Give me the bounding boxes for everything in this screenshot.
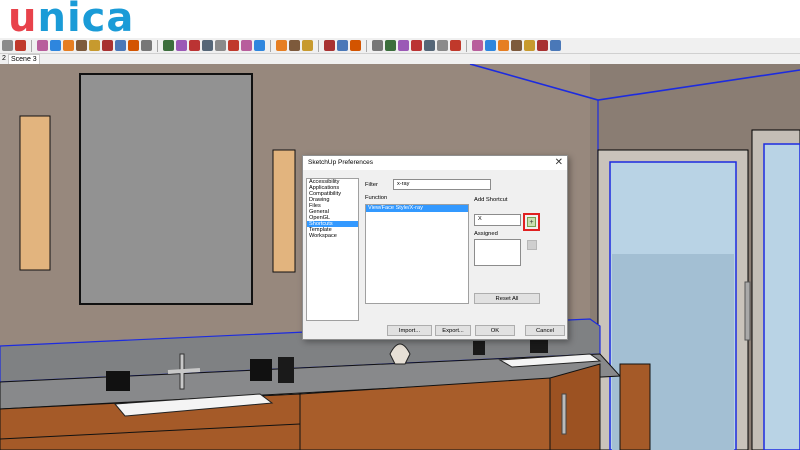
category-list[interactable]: Accessibility Applications Compatibility Dr… (306, 178, 359, 321)
toolbar-tool-icon[interactable] (324, 40, 335, 51)
preferences-dialog: SketchUp Preferences ✕ Accessibility Appl… (302, 155, 568, 340)
function-item[interactable]: View/Face Style/X-ray (366, 205, 468, 212)
toolbar-tool-icon[interactable] (215, 40, 226, 51)
toolbar-tool-icon[interactable] (485, 40, 496, 51)
toolbar-separator (466, 39, 467, 52)
import-button[interactable]: Import... (387, 325, 432, 336)
toolbar-tool-icon[interactable] (437, 40, 448, 51)
function-label: Function (365, 195, 388, 201)
toolbar-tool-icon[interactable] (241, 40, 252, 51)
toolbar-tool-icon[interactable] (176, 40, 187, 51)
cancel-button[interactable]: Cancel (525, 325, 565, 336)
unica-logo: unica (8, 0, 134, 40)
toolbar-tool-icon[interactable] (511, 40, 522, 51)
add-shortcut-button[interactable]: + (523, 213, 540, 231)
reset-all-button[interactable]: Reset All (474, 293, 540, 304)
add-shortcut-label: Add Shortcut (474, 197, 508, 203)
toolbar-tool-icon[interactable] (302, 40, 313, 51)
logo-letter-u: u (8, 0, 38, 41)
remove-shortcut-button[interactable] (527, 240, 537, 250)
toolbar-separator (31, 39, 32, 52)
plus-icon: + (527, 217, 536, 227)
ok-button[interactable]: OK (475, 325, 515, 336)
toolbar-tool-icon[interactable] (76, 40, 87, 51)
main-toolbar (0, 38, 800, 54)
shortcut-input[interactable]: X (474, 214, 521, 226)
toolbar-tool-icon[interactable] (385, 40, 396, 51)
toolbar-tool-icon[interactable] (276, 40, 287, 51)
toolbar-tool-icon[interactable] (524, 40, 535, 51)
toolbar-tool-icon[interactable] (141, 40, 152, 51)
toolbar-tool-icon[interactable] (337, 40, 348, 51)
toolbar-tool-icon[interactable] (15, 40, 26, 51)
filter-label: Filter (365, 182, 378, 188)
toolbar-tool-icon[interactable] (2, 40, 13, 51)
toolbar-separator (318, 39, 319, 52)
toolbar-tool-icon[interactable] (350, 40, 361, 51)
toolbar-tool-icon[interactable] (254, 40, 265, 51)
toolbar-tool-icon[interactable] (189, 40, 200, 51)
dialog-title: SketchUp Preferences (308, 159, 374, 166)
toolbar-separator (366, 39, 367, 52)
toolbar-tool-icon[interactable] (102, 40, 113, 51)
category-item[interactable]: Workspace (307, 233, 358, 239)
toolbar-tool-icon[interactable] (202, 40, 213, 51)
tab-partial[interactable]: 2 (0, 54, 8, 64)
toolbar-tool-icon[interactable] (163, 40, 174, 51)
toolbar-tool-icon[interactable] (89, 40, 100, 51)
toolbar-tool-icon[interactable] (289, 40, 300, 51)
toolbar-tool-icon[interactable] (372, 40, 383, 51)
toolbar-tool-icon[interactable] (550, 40, 561, 51)
toolbar-tool-icon[interactable] (424, 40, 435, 51)
brand-header: unica (0, 0, 800, 40)
toolbar-tool-icon[interactable] (128, 40, 139, 51)
toolbar-tool-icon[interactable] (450, 40, 461, 51)
toolbar-separator (157, 39, 158, 52)
toolbar-tool-icon[interactable] (398, 40, 409, 51)
logo-letters: nica (37, 0, 135, 41)
toolbar-tool-icon[interactable] (472, 40, 483, 51)
function-list[interactable]: View/Face Style/X-ray (365, 204, 469, 304)
toolbar-tool-icon[interactable] (537, 40, 548, 51)
assigned-label: Assigned (474, 231, 498, 237)
export-button[interactable]: Export... (435, 325, 471, 336)
toolbar-tool-icon[interactable] (228, 40, 239, 51)
dialog-titlebar: SketchUp Preferences ✕ (303, 156, 567, 170)
toolbar-separator (270, 39, 271, 52)
close-icon[interactable]: ✕ (555, 157, 563, 168)
toolbar-tool-icon[interactable] (498, 40, 509, 51)
tab-scene-3[interactable]: Scene 3 (8, 54, 40, 64)
toolbar-tool-icon[interactable] (50, 40, 61, 51)
toolbar-tool-icon[interactable] (411, 40, 422, 51)
assigned-list[interactable] (474, 239, 521, 266)
filter-input[interactable]: x-ray (393, 179, 491, 190)
toolbar-tool-icon[interactable] (115, 40, 126, 51)
toolbar-tool-icon[interactable] (37, 40, 48, 51)
scene-tabs: 2 Scene 3 (0, 54, 800, 64)
toolbar-tool-icon[interactable] (63, 40, 74, 51)
